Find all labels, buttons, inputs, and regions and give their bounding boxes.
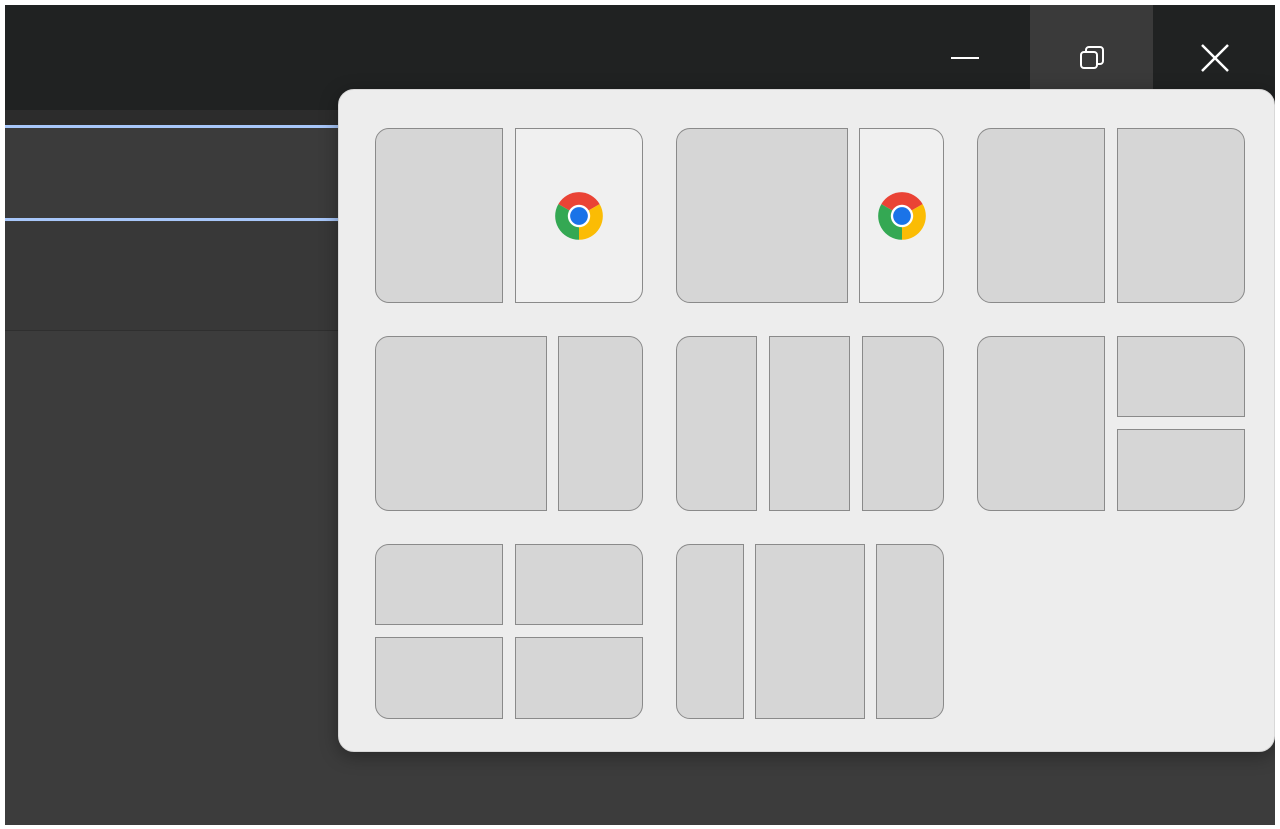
snap-zone[interactable] bbox=[515, 637, 643, 719]
snap-zone[interactable] bbox=[558, 336, 643, 511]
snap-zone[interactable] bbox=[859, 128, 944, 303]
minimize-icon bbox=[950, 56, 979, 59]
snap-zone[interactable] bbox=[676, 336, 757, 511]
snap-zone[interactable] bbox=[676, 128, 848, 303]
snap-zone[interactable] bbox=[375, 637, 503, 719]
snap-layout-wide-left-narrow-right bbox=[676, 128, 944, 303]
snap-zone[interactable] bbox=[515, 544, 643, 625]
snap-layout-narrow-wide-narrow bbox=[676, 544, 944, 719]
snap-zone[interactable] bbox=[876, 544, 944, 719]
divider bbox=[5, 330, 345, 331]
accent-line bbox=[5, 125, 345, 128]
snap-zone[interactable] bbox=[676, 544, 744, 719]
snap-layout-left-column-right-stacked bbox=[977, 336, 1245, 511]
snap-layout-two-equal-columns bbox=[375, 128, 643, 303]
chrome-icon bbox=[877, 191, 926, 240]
snap-zone[interactable] bbox=[862, 336, 944, 511]
accent-line bbox=[5, 218, 345, 221]
snap-zone[interactable] bbox=[977, 128, 1105, 303]
snap-layout-three-equal-columns bbox=[676, 336, 944, 511]
restore-icon bbox=[1079, 45, 1104, 69]
snap-zone[interactable] bbox=[375, 128, 503, 303]
snap-zone[interactable] bbox=[769, 336, 850, 511]
chrome-icon bbox=[555, 191, 603, 240]
snap-zone[interactable] bbox=[1117, 336, 1245, 417]
snap-zone[interactable] bbox=[977, 336, 1105, 511]
snap-zone[interactable] bbox=[375, 336, 547, 511]
app-window bbox=[5, 5, 1275, 825]
snap-layout-two-equal-columns-alt bbox=[977, 128, 1245, 303]
snap-layouts-flyout bbox=[338, 89, 1275, 752]
snap-zone[interactable] bbox=[1117, 429, 1245, 511]
snap-zone[interactable] bbox=[515, 128, 643, 303]
snap-layout-four-quadrants bbox=[375, 544, 643, 719]
snap-zone[interactable] bbox=[1117, 128, 1245, 303]
snap-zone[interactable] bbox=[375, 544, 503, 625]
close-icon bbox=[1200, 43, 1229, 72]
snap-zone[interactable] bbox=[755, 544, 865, 719]
snap-layout-two-thirds-one-third bbox=[375, 336, 643, 511]
